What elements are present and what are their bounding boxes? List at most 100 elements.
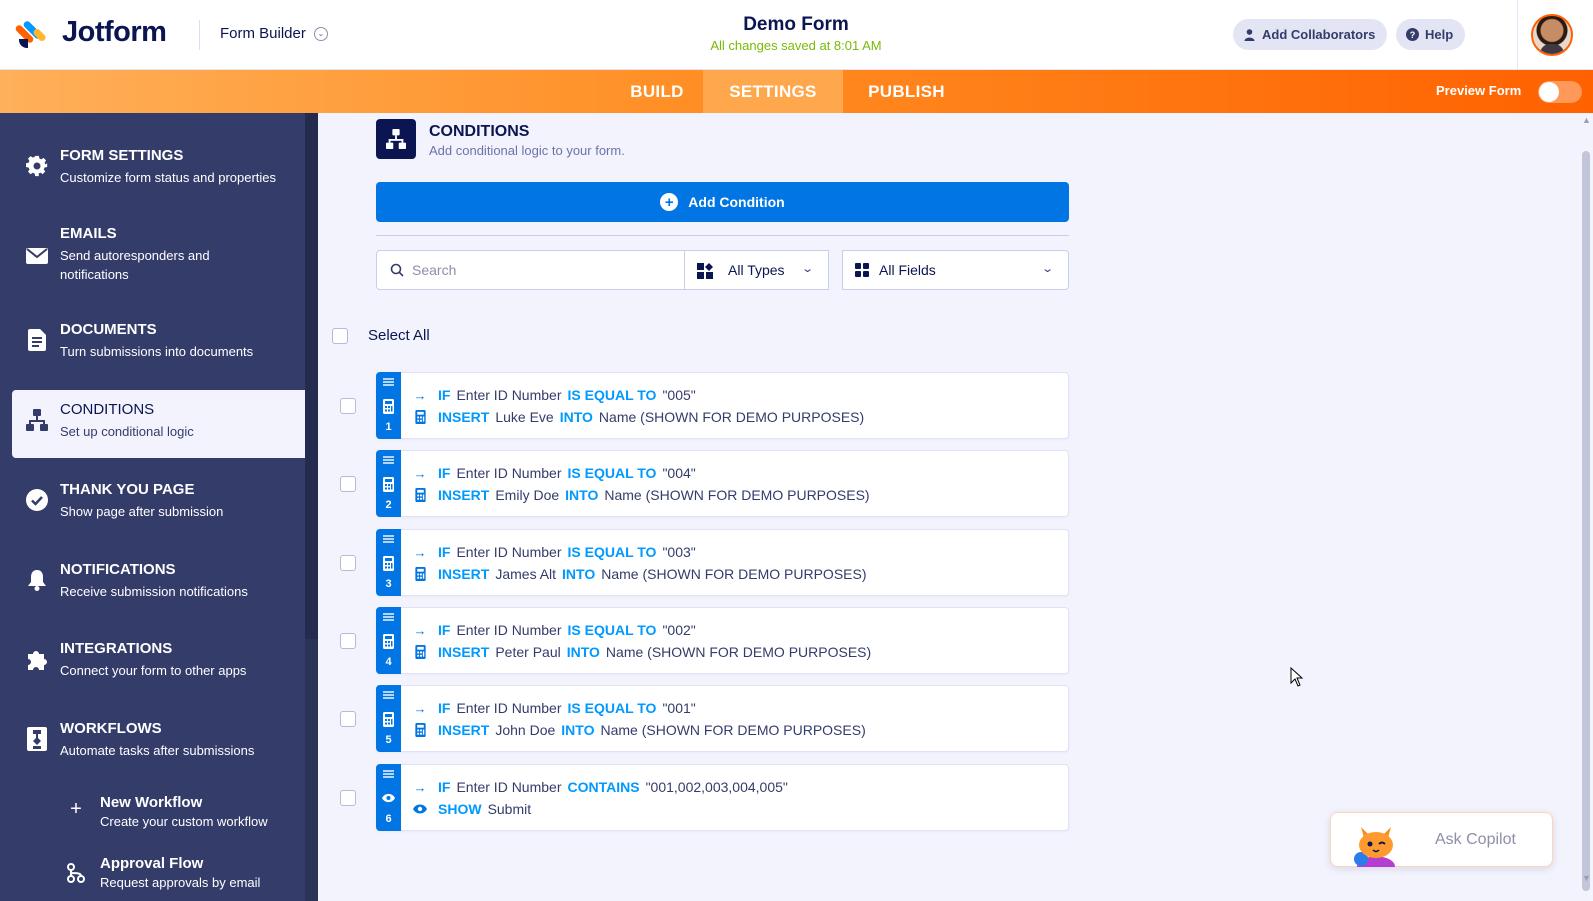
- action-target: Name (SHOWN FOR DEMO PURPOSES): [600, 722, 866, 738]
- condition-checkbox[interactable]: [340, 711, 356, 727]
- form-builder-dropdown[interactable]: Form Builder ⌄: [220, 25, 328, 42]
- scroll-down-arrow-icon[interactable]: ▼: [1582, 873, 1591, 883]
- calculator-icon: [413, 645, 427, 659]
- condition-checkbox[interactable]: [340, 555, 356, 571]
- sidebar-item-form-settings[interactable]: FORM SETTINGS Customize form status and …: [12, 136, 305, 204]
- action-target: Name (SHOWN FOR DEMO PURPOSES): [601, 566, 867, 582]
- calculator-icon: [382, 398, 395, 414]
- flow-icon: [64, 861, 88, 885]
- condition-handle[interactable]: 3: [376, 529, 401, 596]
- sidebar-item-documents[interactable]: DOCUMENTS Turn submissions into document…: [12, 310, 305, 378]
- sidebar-item-title: EMAILS: [60, 225, 117, 242]
- drag-handle-icon[interactable]: [383, 378, 394, 386]
- into-keyword: INTO: [562, 566, 596, 582]
- action-keyword: SHOW: [438, 801, 482, 817]
- sidebar-subitem-approval-flow[interactable]: Approval Flow Request approvals by email: [60, 855, 300, 895]
- condition-if-line: → IF Enter ID Number IS EQUAL TO "002": [413, 622, 702, 638]
- search-input[interactable]: [412, 260, 672, 280]
- sidebar-item-notifications[interactable]: NOTIFICATIONS Receive submission notific…: [12, 550, 305, 618]
- condition-row[interactable]: 6 → IF Enter ID Number CONTAINS "001,002,003,…: [340, 764, 1069, 831]
- add-collaborators-button[interactable]: Add Collaborators: [1233, 19, 1388, 50]
- into-keyword: INTO: [559, 409, 593, 425]
- sidebar-item-title: THANK YOU PAGE: [60, 481, 195, 498]
- action-value: Emily Doe: [495, 487, 560, 503]
- sidebar-item-title: NOTIFICATIONS: [60, 561, 176, 578]
- type-filter-select[interactable]: All Types ⌄: [684, 250, 829, 290]
- page-scrollbar-thumb[interactable]: [1582, 151, 1590, 891]
- condition-number: 1: [385, 421, 392, 433]
- condition-value: "002": [662, 622, 696, 638]
- puzzle-icon: [25, 647, 49, 671]
- help-label: Help: [1425, 27, 1454, 42]
- tab-settings[interactable]: SETTINGS: [703, 70, 843, 113]
- tab-build[interactable]: BUILD: [611, 70, 703, 113]
- field-filter-select[interactable]: All Fields ⌄: [842, 250, 1069, 290]
- scroll-up-arrow-icon[interactable]: ▲: [1582, 115, 1591, 125]
- sidebar-subitem-new-workflow[interactable]: + New Workflow Create your custom workfl…: [60, 794, 300, 834]
- condition-checkbox[interactable]: [340, 476, 356, 492]
- search-box[interactable]: [376, 250, 685, 290]
- account-area: [1517, 0, 1593, 70]
- condition-handle[interactable]: 4: [376, 607, 401, 674]
- calculator-icon: [413, 488, 427, 502]
- add-condition-button[interactable]: + Add Condition: [376, 182, 1069, 222]
- arrow-right-icon: →: [413, 622, 427, 638]
- sidebar-item-desc: Show page after submission: [60, 504, 224, 519]
- condition-row[interactable]: 2 → IF Enter ID Number IS EQUAL TO "004" INSER…: [340, 450, 1069, 517]
- page-scrollbar[interactable]: ▲ ▼: [1579, 113, 1593, 901]
- action-value: John Doe: [495, 722, 556, 738]
- sidebar-item-title: CONDITIONS: [60, 401, 155, 418]
- drag-handle-icon[interactable]: [383, 613, 394, 621]
- operator-keyword: IS EQUAL TO: [567, 387, 657, 403]
- drag-handle-icon[interactable]: [383, 691, 394, 699]
- form-builder-label: Form Builder: [220, 25, 306, 42]
- action-value: Submit: [487, 801, 532, 817]
- condition-handle[interactable]: 1: [376, 372, 401, 439]
- help-button[interactable]: ? Help: [1396, 19, 1466, 50]
- condition-handle[interactable]: 5: [376, 685, 401, 752]
- sidebar-scrollbar[interactable]: [305, 113, 318, 901]
- search-icon: [390, 263, 404, 277]
- condition-handle[interactable]: 2: [376, 450, 401, 517]
- form-title[interactable]: Demo Form: [650, 14, 942, 36]
- action-keyword: INSERT: [438, 644, 490, 660]
- avatar[interactable]: [1531, 14, 1573, 56]
- sidebar-item-workflows[interactable]: WORKFLOWS Automate tasks after submissio…: [12, 709, 305, 777]
- condition-row[interactable]: 5 → IF Enter ID Number IS EQUAL TO "001" INSER…: [340, 685, 1069, 752]
- condition-field: Enter ID Number: [456, 544, 562, 560]
- condition-field: Enter ID Number: [456, 700, 562, 716]
- condition-checkbox[interactable]: [340, 790, 356, 806]
- operator-keyword: IS EQUAL TO: [567, 544, 657, 560]
- select-all-checkbox[interactable]: [332, 328, 348, 344]
- condition-number: 3: [385, 578, 392, 590]
- check-circle-icon: [25, 488, 49, 512]
- drag-handle-icon[interactable]: [383, 535, 394, 543]
- select-all[interactable]: Select All: [332, 327, 430, 344]
- condition-row[interactable]: 1 → IF Enter ID Number IS EQUAL TO "005" INSER…: [340, 372, 1069, 439]
- bell-icon: [25, 568, 49, 592]
- sidebar-scrollbar-thumb[interactable]: [305, 113, 318, 639]
- condition-row[interactable]: 3 → IF Enter ID Number IS EQUAL TO "003" INSER…: [340, 529, 1069, 596]
- drag-handle-icon[interactable]: [383, 456, 394, 464]
- drag-handle-icon[interactable]: [383, 770, 394, 778]
- condition-checkbox[interactable]: [340, 398, 356, 414]
- sidebar-item-thank-you-page[interactable]: THANK YOU PAGE Show page after submissio…: [12, 470, 305, 538]
- condition-checkbox[interactable]: [340, 633, 356, 649]
- sidebar-item-emails[interactable]: EMAILS Send autoresponders and notificat…: [12, 214, 305, 294]
- svg-text:?: ?: [1410, 30, 1416, 40]
- sidebar-item-desc: Send autoresponders and notifications: [60, 248, 210, 282]
- tab-publish[interactable]: PUBLISH: [843, 70, 970, 113]
- sidebar-item-conditions[interactable]: CONDITIONS Set up conditional logic: [12, 390, 305, 458]
- type-filter-value: All Types: [728, 262, 785, 278]
- envelope-icon: [25, 244, 49, 268]
- sidebar-item-integrations[interactable]: INTEGRATIONS Connect your form to other …: [12, 629, 305, 697]
- ask-copilot-button[interactable]: Ask Copilot: [1330, 812, 1553, 867]
- gear-icon: [25, 154, 49, 178]
- condition-row[interactable]: 4 → IF Enter ID Number IS EQUAL TO "002" INSER…: [340, 607, 1069, 674]
- user-icon: [1243, 28, 1256, 41]
- jotform-logo[interactable]: Jotform: [14, 16, 167, 49]
- preview-form-toggle[interactable]: [1538, 81, 1582, 103]
- workflow-icon: [25, 727, 49, 751]
- condition-handle[interactable]: 6: [376, 764, 401, 831]
- condition-number: 4: [385, 656, 392, 668]
